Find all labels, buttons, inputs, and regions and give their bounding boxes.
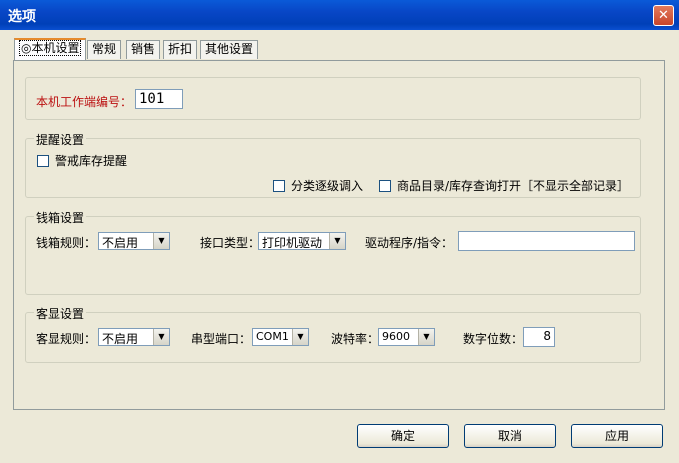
- terminal-label: 本机工作端编号：: [36, 95, 133, 109]
- tab-general[interactable]: 常规: [87, 40, 122, 59]
- baud-rate-label: 波特率：: [331, 332, 380, 346]
- warn-stock-label: 警戒库存提醒: [55, 154, 128, 168]
- chevron-down-icon[interactable]: ▼: [418, 329, 434, 345]
- chevron-down-icon[interactable]: ▼: [153, 329, 169, 345]
- reminder-group-title: 提醒设置: [34, 131, 87, 148]
- terminal-number-input[interactable]: 101: [135, 89, 183, 109]
- chevron-down-icon[interactable]: ▼: [292, 329, 308, 345]
- customer-display-group: 客显设置 客显规则： 不启用 ▼ 串型端口： COM1 ▼ 波特率： 9600 ▼ 数…: [25, 305, 641, 363]
- ok-button[interactable]: 确定: [357, 424, 449, 448]
- display-rule-label: 客显规则：: [36, 332, 97, 346]
- baud-rate-select[interactable]: 9600 ▼: [378, 328, 435, 346]
- cashbox-group: 钱箱设置 钱箱规则： 不启用 ▼ 接口类型： 打印机驱动 ▼ 驱动程序/指令：: [25, 209, 641, 295]
- driver-command-input[interactable]: [458, 231, 635, 251]
- cashbox-rule-select[interactable]: 不启用 ▼: [98, 232, 170, 250]
- close-button[interactable]: ✕: [653, 5, 674, 26]
- category-load-checkbox[interactable]: 分类逐级调入: [273, 177, 363, 194]
- chevron-down-icon[interactable]: ▼: [329, 233, 345, 249]
- port-type-label: 接口类型：: [200, 236, 261, 250]
- serial-port-select[interactable]: COM1 ▼: [252, 328, 309, 346]
- catalog-query-checkbox[interactable]: 商品目录/库存查询打开［不显示全部记录］: [379, 177, 629, 194]
- checkbox-box[interactable]: [379, 179, 391, 192]
- tab-sales[interactable]: 销售: [126, 40, 161, 59]
- category-load-label: 分类逐级调入: [291, 179, 364, 193]
- apply-button[interactable]: 应用: [571, 424, 663, 448]
- checkbox-box[interactable]: [37, 154, 49, 167]
- cashbox-rule-label: 钱箱规则：: [36, 236, 97, 250]
- warn-stock-checkbox[interactable]: 警戒库存提醒: [37, 152, 127, 169]
- tab-local-settings[interactable]: ◎本机设置: [14, 38, 87, 60]
- digits-label: 数字位数：: [463, 332, 524, 346]
- chevron-down-icon[interactable]: ▼: [153, 233, 169, 249]
- tab-discount[interactable]: 折扣: [163, 40, 198, 59]
- window-title: 选项: [8, 9, 36, 25]
- checkbox-box[interactable]: [273, 179, 285, 192]
- driver-label: 驱动程序/指令：: [365, 236, 454, 250]
- digits-input[interactable]: 8: [523, 327, 555, 347]
- customer-display-group-title: 客显设置: [34, 305, 87, 322]
- options-dialog: 选项 ✕ ◎本机设置 常规 销售 折扣 其他设置 本机工作端编号： 101 提醒…: [0, 0, 679, 463]
- reminder-group: 提醒设置 警戒库存提醒 分类逐级调入 商品目录/库存查询打开［不显示全部记录］: [25, 131, 641, 198]
- serial-port-label: 串型端口：: [191, 332, 252, 346]
- terminal-group: 本机工作端编号： 101: [25, 77, 641, 120]
- cancel-button[interactable]: 取消: [464, 424, 556, 448]
- port-type-select[interactable]: 打印机驱动 ▼: [258, 232, 346, 250]
- catalog-query-label: 商品目录/库存查询打开［不显示全部记录］: [397, 179, 630, 193]
- settings-panel: 本机工作端编号： 101 提醒设置 警戒库存提醒 分类逐级调入 商品目录/库存查…: [13, 60, 665, 410]
- display-rule-select[interactable]: 不启用 ▼: [98, 328, 170, 346]
- cashbox-group-title: 钱箱设置: [34, 209, 87, 226]
- tab-other-settings[interactable]: 其他设置: [200, 40, 259, 59]
- title-bar[interactable]: 选项 ✕: [0, 0, 679, 30]
